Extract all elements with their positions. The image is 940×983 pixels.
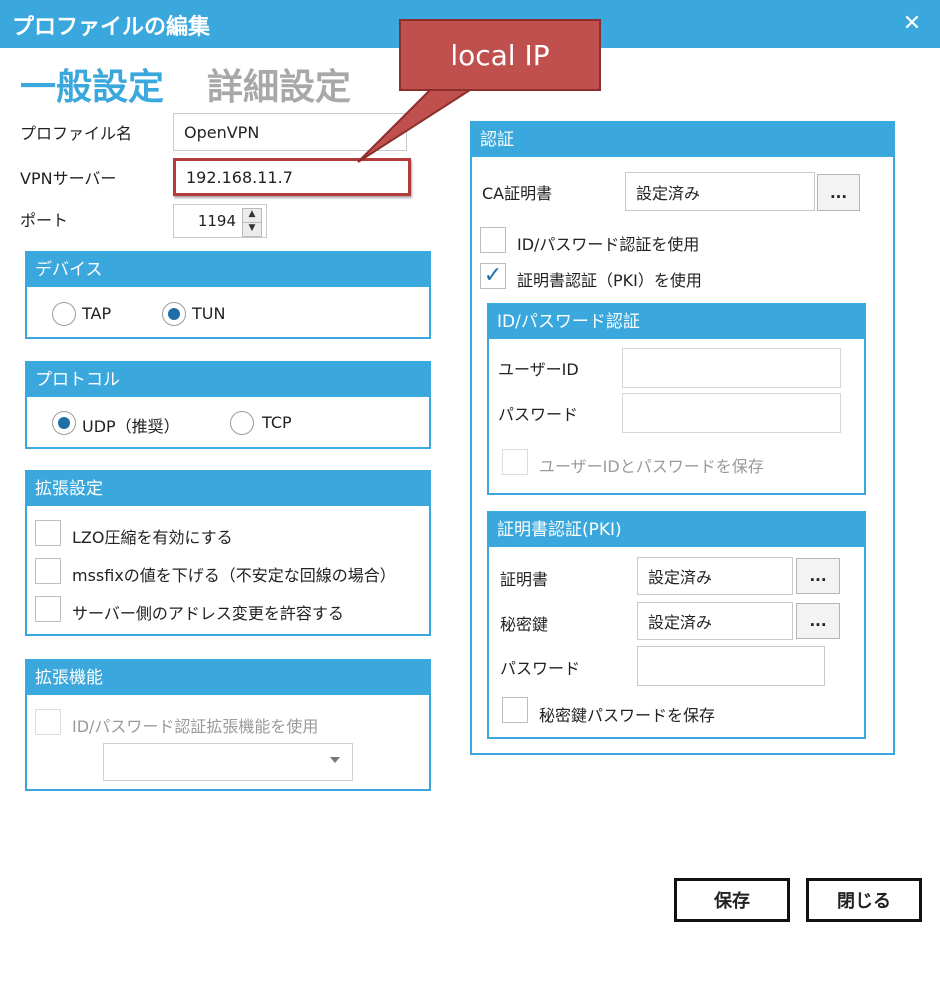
auth-group-header: 認証 (472, 123, 893, 157)
id-password-extension-label: ID/パスワード認証拡張機能を使用 (72, 717, 319, 736)
key-password-label: パスワード (500, 659, 581, 678)
key-password-input[interactable] (637, 646, 825, 686)
port-value: 1194 (197, 212, 236, 230)
id-password-extension-checkbox[interactable] (35, 709, 61, 735)
spin-up-icon[interactable]: ▲ (242, 208, 262, 223)
save-id-password-label: ユーザーIDとパスワードを保存 (539, 457, 764, 476)
profile-name-label: プロファイル名 (20, 124, 133, 143)
radio-tcp-label: TCP (262, 413, 292, 432)
private-key-value: 設定済み (648, 613, 713, 632)
use-pki-checkbox[interactable]: ✓ (480, 263, 506, 289)
private-key-browse-button[interactable]: ... (796, 603, 840, 639)
close-icon[interactable]: ✕ (898, 10, 926, 38)
profile-name-value: OpenVPN (184, 122, 260, 142)
radio-tun[interactable] (162, 302, 186, 326)
ca-cert-value: 設定済み (636, 183, 701, 203)
ca-cert-input[interactable]: 設定済み (625, 172, 815, 211)
private-key-label: 秘密鍵 (500, 615, 549, 634)
extended-features-header: 拡張機能 (27, 661, 429, 695)
close-button[interactable]: 閉じる (806, 878, 922, 922)
cert-value: 設定済み (648, 568, 713, 587)
tab-general[interactable]: 一般設定 (20, 58, 164, 110)
use-pki-label: 証明書認証（PKI）を使用 (517, 271, 702, 290)
tab-advanced[interactable]: 詳細設定 (207, 58, 351, 110)
radio-tcp[interactable] (230, 411, 254, 435)
ca-cert-browse-button[interactable]: ... (817, 174, 860, 211)
radio-tun-label: TUN (192, 304, 226, 323)
radio-tap-label: TAP (82, 304, 112, 323)
id-password-label: パスワード (498, 405, 579, 424)
extended-settings-header: 拡張設定 (27, 472, 429, 506)
mssfix-label: mssfixの値を下げる（不安定な回線の場合） (72, 566, 396, 585)
save-id-password-checkbox[interactable] (502, 449, 528, 475)
checkmark-icon: ✓ (483, 263, 503, 288)
chevron-down-icon (330, 757, 340, 763)
save-key-password-checkbox[interactable] (502, 697, 528, 723)
allow-address-change-checkbox[interactable] (35, 596, 61, 622)
cert-browse-button[interactable]: ... (796, 558, 840, 594)
cert-label: 証明書 (500, 570, 549, 589)
window-title: プロファイルの編集 (12, 15, 211, 40)
ca-cert-label: CA証明書 (482, 184, 553, 203)
lzo-label: LZO圧縮を有効にする (72, 528, 233, 547)
callout-pointer (357, 89, 474, 163)
cert-input[interactable]: 設定済み (637, 557, 793, 595)
user-id-input[interactable] (622, 348, 841, 388)
user-id-label: ユーザーID (498, 360, 579, 379)
port-spinbox[interactable]: 1194 ▲ ▼ (173, 204, 267, 238)
save-key-password-label: 秘密鍵パスワードを保存 (539, 706, 716, 725)
extension-dropdown[interactable] (103, 743, 353, 781)
local-ip-callout: local IP (399, 19, 601, 91)
save-button[interactable]: 保存 (674, 878, 790, 922)
id-password-group-header: ID/パスワード認証 (489, 305, 864, 339)
private-key-input[interactable]: 設定済み (637, 602, 793, 640)
device-group-header: デバイス (27, 253, 429, 287)
vpn-server-label: VPNサーバー (20, 169, 117, 188)
radio-udp[interactable] (52, 411, 76, 435)
use-id-password-label: ID/パスワード認証を使用 (517, 235, 700, 254)
pki-group-header: 証明書認証(PKI) (489, 513, 864, 547)
mssfix-checkbox[interactable] (35, 558, 61, 584)
radio-tap[interactable] (52, 302, 76, 326)
allow-address-change-label: サーバー側のアドレス変更を許容する (72, 604, 344, 623)
spin-down-icon[interactable]: ▼ (242, 222, 262, 237)
use-id-password-checkbox[interactable] (480, 227, 506, 253)
lzo-checkbox[interactable] (35, 520, 61, 546)
id-password-input[interactable] (622, 393, 841, 433)
radio-udp-label: UDP（推奨） (82, 417, 180, 436)
vpn-server-value: 192.168.11.7 (186, 167, 293, 187)
protocol-group-header: プロトコル (27, 363, 429, 397)
port-label: ポート (20, 211, 69, 230)
device-group: デバイス (25, 251, 431, 339)
